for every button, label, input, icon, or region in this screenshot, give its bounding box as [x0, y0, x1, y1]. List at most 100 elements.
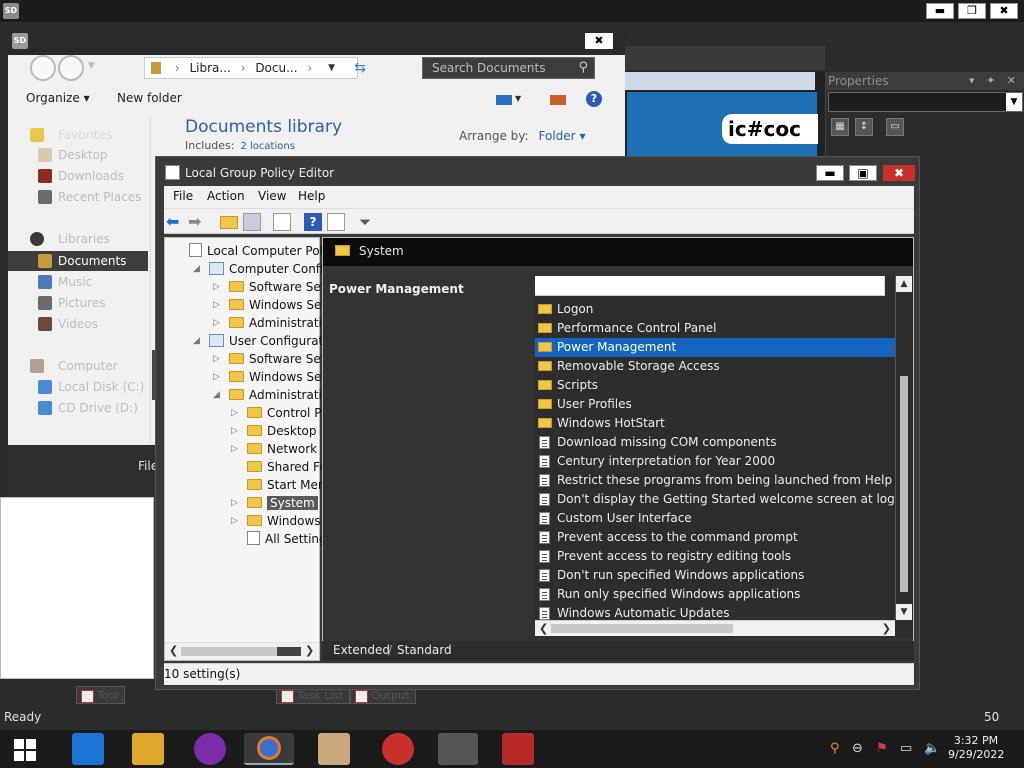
nav-computer[interactable]: Computer	[8, 356, 148, 376]
flag-icon[interactable]: ⚑	[876, 741, 888, 756]
nav-cd-drive[interactable]: CD Drive (D:)	[8, 398, 148, 418]
scrollbar-thumb[interactable]	[900, 376, 908, 592]
scroll-right-icon[interactable]: ❯	[882, 622, 891, 635]
scroll-right-icon[interactable]: ❯	[305, 644, 314, 657]
tree-node[interactable]: All Settings	[247, 530, 333, 548]
collapse-arrow-icon[interactable]: ◢	[213, 386, 220, 404]
scroll-up-icon[interactable]: ▲	[896, 276, 912, 292]
tree-node[interactable]: ▷ Network	[231, 440, 317, 458]
nav-downloads[interactable]: Downloads	[8, 166, 148, 186]
category-row[interactable]: Logon	[535, 300, 895, 319]
start-button[interactable]	[14, 739, 36, 761]
tab-extended[interactable]: Extended	[333, 643, 390, 657]
category-row[interactable]: Removable Storage Access	[535, 357, 895, 376]
collapse-arrow-icon[interactable]: ◢	[193, 260, 200, 278]
back-arrow-icon[interactable]: ⬅	[166, 213, 184, 231]
setting-row[interactable]: Restrict these programs from being launc…	[535, 471, 895, 490]
nav-local-disk[interactable]: Local Disk (C:)	[8, 377, 148, 397]
property-pages-icon[interactable]: ▭	[886, 118, 904, 136]
address-bar[interactable]: › Libra... › Docu... › ▼	[144, 57, 358, 79]
view-options-icon[interactable]	[496, 95, 512, 105]
category-row[interactable]: User Profiles	[535, 395, 895, 414]
scroll-down-icon[interactable]: ▼	[896, 604, 912, 620]
explorer-close-button[interactable]: ✖	[585, 33, 613, 49]
forward-arrow-icon[interactable]: ➡	[188, 213, 206, 231]
gpe-close-button[interactable]: ✖	[883, 165, 915, 181]
chevron-down-icon[interactable]: ▼	[515, 94, 521, 103]
taskbar-angry-birds-icon[interactable]	[382, 733, 414, 765]
menu-action[interactable]: Action	[207, 189, 245, 203]
export-list-icon[interactable]	[273, 213, 291, 231]
category-row[interactable]: Windows HotStart	[535, 414, 895, 433]
expand-arrow-icon[interactable]: ▷	[213, 368, 220, 386]
properties-header-buttons[interactable]: ▾ ✦ ✕	[969, 72, 1020, 90]
menu-file[interactable]: File	[173, 189, 193, 203]
expand-arrow-icon[interactable]: ▷	[213, 350, 220, 368]
volume-icon[interactable]: 🔈	[924, 741, 940, 756]
properties-object-select[interactable]: ▼	[828, 92, 1023, 112]
taskbar-toolbox-icon[interactable]	[502, 733, 534, 765]
clock[interactable]: 3:32 PM 9/29/2022	[948, 734, 1004, 762]
nav-pictures[interactable]: Pictures	[8, 293, 148, 313]
expand-arrow-icon[interactable]: ▷	[231, 422, 238, 440]
nav-videos[interactable]: Videos	[8, 314, 148, 334]
new-folder-button[interactable]: New folder	[117, 91, 182, 105]
categorized-icon[interactable]: ▦	[831, 118, 849, 136]
refresh-icon[interactable]: ⇆	[349, 57, 371, 79]
chevron-down-icon[interactable]: ▼	[328, 58, 335, 78]
scroll-left-icon[interactable]: ❮	[539, 622, 548, 635]
tab-tool[interactable]: Tool	[76, 686, 126, 704]
taskbar-file-explorer-icon[interactable]	[132, 733, 164, 765]
organize-button[interactable]: Organize ▾	[26, 91, 90, 105]
expand-arrow-icon[interactable]: ▷	[231, 404, 238, 422]
taskbar-app-icon[interactable]	[318, 733, 350, 765]
nav-desktop[interactable]: Desktop	[8, 145, 148, 165]
setting-row[interactable]: Prevent access to the command prompt	[535, 528, 895, 547]
search-icon[interactable]: ⚲	[830, 741, 840, 756]
ide-document-tab-header[interactable]	[625, 72, 815, 90]
setting-row[interactable]: Run only specified Windows applications	[535, 585, 895, 604]
chevron-down-icon[interactable]: ▼	[1006, 93, 1022, 111]
setting-row[interactable]: Don't run specified Windows applications	[535, 566, 895, 585]
collapse-arrow-icon[interactable]: ◢	[193, 332, 200, 350]
ide-close-button[interactable]: ✖	[990, 3, 1018, 19]
tree-horizontal-scrollbar[interactable]: ❮ ❯	[165, 642, 319, 660]
tree-node[interactable]: ▷ Desktop	[231, 422, 317, 440]
search-input[interactable]: Search Documents ⚲	[422, 57, 595, 79]
tree-node[interactable]: ▷ System	[231, 494, 318, 512]
chevron-down-icon[interactable]: ▼	[88, 61, 95, 71]
includes-locations-link[interactable]: 2 locations	[240, 141, 294, 152]
nav-recent-places[interactable]: Recent Places	[8, 187, 148, 207]
network-icon[interactable]: ▭	[900, 741, 912, 756]
help-icon[interactable]: ?	[586, 91, 602, 107]
setting-row[interactable]: Don't display the Getting Started welcom…	[535, 490, 910, 509]
minus-circle-icon[interactable]: ⊖	[852, 741, 863, 756]
filter-icon[interactable]: ⏷	[359, 213, 377, 231]
nav-favorites[interactable]: Favorites	[8, 125, 148, 145]
back-button[interactable]	[30, 55, 56, 81]
tab-standard[interactable]: Standard	[397, 643, 452, 657]
gpe-minimize-button[interactable]: ▬	[816, 165, 844, 181]
settings-horizontal-scrollbar[interactable]: ❮ ❯	[535, 620, 895, 636]
menu-help[interactable]: Help	[298, 189, 325, 203]
scroll-left-icon[interactable]: ❮	[169, 644, 178, 657]
expand-arrow-icon[interactable]: ▷	[231, 494, 238, 512]
setting-row[interactable]: Prevent access to registry editing tools	[535, 547, 895, 566]
list-column-header[interactable]	[535, 276, 885, 296]
ide-minimize-button[interactable]: ▬	[926, 3, 954, 19]
search-icon[interactable]: ⚲	[578, 58, 588, 78]
breadcrumb-documents[interactable]: Docu...	[255, 61, 297, 75]
sort-alphabetical-icon[interactable]: ↕	[855, 118, 873, 136]
taskbar-firefox-icon[interactable]	[244, 733, 294, 765]
arrange-by-dropdown[interactable]: Folder ▾	[539, 129, 586, 143]
expand-arrow-icon[interactable]: ▷	[213, 314, 220, 332]
taskbar-yahoo-messenger-icon[interactable]	[194, 733, 226, 765]
setting-row[interactable]: Century interpretation for Year 2000	[535, 452, 895, 471]
taskbar-sharpdevelop-icon[interactable]	[438, 733, 478, 765]
category-row[interactable]: Performance Control Panel	[535, 319, 895, 338]
expand-arrow-icon[interactable]: ▷	[231, 440, 238, 458]
help-icon[interactable]: ?	[304, 213, 322, 231]
taskbar-file-manager-icon[interactable]	[72, 733, 104, 765]
gpe-maximize-button[interactable]: ▣	[849, 165, 877, 181]
nav-libraries[interactable]: Libraries	[8, 229, 148, 249]
